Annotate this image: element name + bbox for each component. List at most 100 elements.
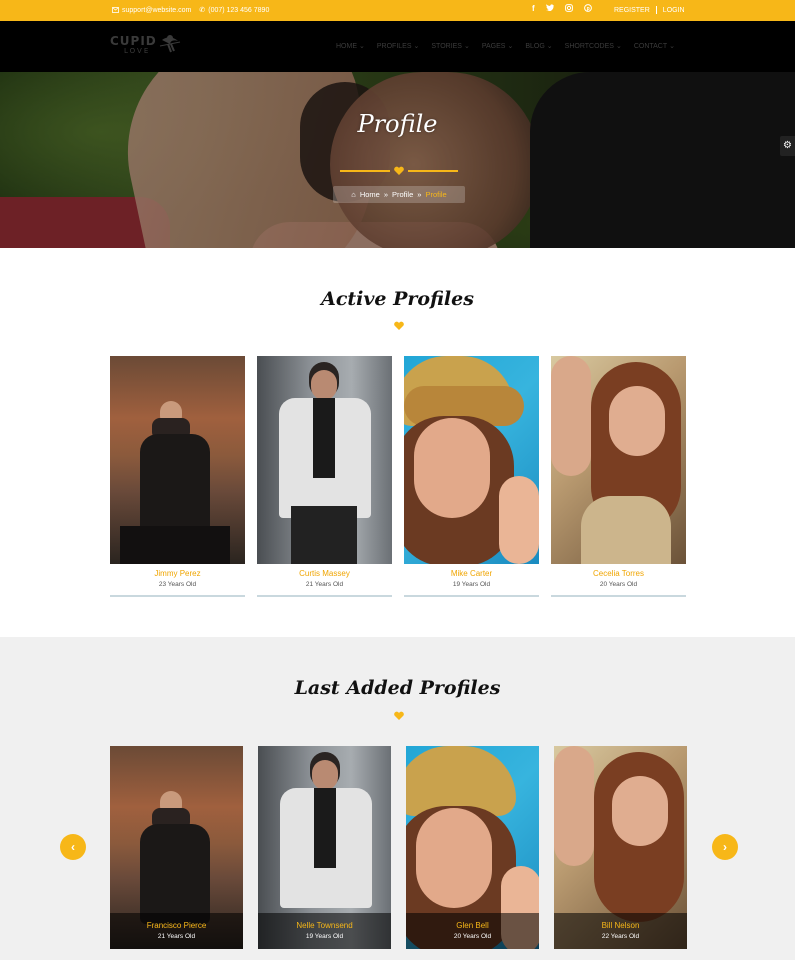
profile-age: 19 Years Old — [305, 933, 344, 940]
chevron-down-icon: ⌄ — [463, 43, 470, 50]
profile-name[interactable]: Glen Bell — [406, 913, 539, 930]
profile-photo[interactable] — [551, 356, 686, 564]
card-caption: Glen Bell 20 Years Old — [406, 913, 539, 949]
heart-divider — [340, 166, 458, 175]
email-text: support@website.com — [122, 6, 192, 14]
profile-age: 20 Years Old — [453, 933, 492, 940]
nav-item-contact[interactable]: CONTACT ⌄ — [633, 42, 676, 51]
contact-info: support@website.com ✆ (007) 123 456 7890 — [112, 6, 269, 14]
card-caption: Francisco Pierce 21 Years Old — [110, 913, 243, 949]
nav-label: BLOG — [525, 42, 545, 50]
nav-menu: HOME ⌄ PROFILES ⌄ STORIES ⌄ PAGES ⌄ BLOG ⌄ SH… — [336, 42, 676, 51]
chevron-right-icon: » — [383, 190, 388, 199]
chevron-down-icon: ⌄ — [507, 43, 514, 50]
phone-item[interactable]: ✆ (007) 123 456 7890 — [199, 6, 270, 15]
email-item[interactable]: support@website.com — [112, 7, 191, 14]
profile-name[interactable]: Jimmy Perez — [110, 569, 245, 578]
auth-links: REGISTER LOGIN — [614, 6, 685, 14]
chevron-down-icon: ⌄ — [413, 43, 420, 50]
carousel-next-button[interactable]: › — [712, 834, 738, 860]
active-profiles-title: Active Profiles — [321, 288, 474, 310]
nav-label: PAGES — [481, 42, 506, 50]
profile-age: 22 Years Old — [601, 933, 640, 940]
profile-card[interactable]: Curtis Massey 21 Years Old — [257, 356, 392, 597]
chevron-right-icon: » — [417, 190, 422, 199]
nav-item-pages[interactable]: PAGES ⌄ — [481, 42, 514, 51]
last-added-title: Last Added Profiles — [294, 677, 501, 699]
breadcrumb-home[interactable]: Home — [360, 190, 380, 199]
heart-divider — [340, 711, 458, 720]
facebook-icon[interactable]: f — [532, 4, 535, 14]
social-links: f p — [532, 4, 592, 14]
card-underline — [551, 595, 686, 597]
profile-age: 20 Years Old — [599, 581, 638, 588]
envelope-icon — [112, 7, 119, 13]
carousel-card[interactable]: Glen Bell 20 Years Old — [406, 746, 539, 949]
nav-item-home[interactable]: HOME ⌄ — [336, 42, 365, 51]
profile-age: 21 Years Old — [305, 581, 344, 588]
card-underline — [257, 595, 392, 597]
carousel-card[interactable]: Francisco Pierce 21 Years Old — [110, 746, 243, 949]
nav-item-shortcodes[interactable]: SHORTCODES ⌄ — [564, 42, 622, 51]
cupid-icon — [159, 35, 181, 53]
carousel-card[interactable]: Nelle Townsend 19 Years Old — [258, 746, 391, 949]
carousel-prev-button[interactable]: ‹ — [60, 834, 86, 860]
card-caption: Nelle Townsend 19 Years Old — [258, 913, 391, 949]
profile-name[interactable]: Cecelia Torres — [551, 569, 686, 578]
carousel-card[interactable]: Bill Nelson 22 Years Old — [554, 746, 687, 949]
profile-photo[interactable] — [110, 356, 245, 564]
chevron-down-icon: ⌄ — [359, 43, 365, 50]
nav-label: SHORTCODES — [564, 42, 614, 50]
card-caption: Bill Nelson 22 Years Old — [554, 913, 687, 949]
breadcrumb-current: Profile — [425, 190, 447, 199]
profile-photo[interactable] — [404, 356, 539, 564]
page-title: Profile — [357, 110, 438, 138]
profile-card[interactable]: Mike Carter 19 Years Old — [404, 356, 539, 597]
svg-text:p: p — [586, 6, 589, 12]
nav-item-stories[interactable]: STORIES ⌄ — [431, 42, 470, 51]
main-navbar: CUPID LOVE HOME ⌄ PROFILES ⌄ STORIES ⌄ PAGE… — [0, 21, 795, 72]
profile-age: 23 Years Old — [158, 581, 197, 588]
gear-icon[interactable]: ⚙ — [780, 136, 795, 156]
home-icon: ⌂ — [351, 190, 356, 199]
profile-name[interactable]: Francisco Pierce — [110, 913, 243, 930]
hero-banner — [0, 72, 795, 248]
chevron-down-icon: ⌄ — [615, 43, 622, 50]
phone-icon: ✆ — [199, 7, 206, 14]
heart-icon — [394, 166, 404, 175]
profile-age: 21 Years Old — [157, 933, 196, 940]
instagram-icon[interactable] — [564, 4, 573, 14]
nav-label: HOME — [336, 42, 357, 50]
nav-item-blog[interactable]: BLOG ⌄ — [525, 42, 553, 51]
profile-name[interactable]: Curtis Massey — [257, 569, 392, 578]
profile-photo[interactable] — [257, 356, 392, 564]
profile-name[interactable]: Nelle Townsend — [258, 913, 391, 930]
logo-name: CUPID — [110, 34, 157, 48]
heart-divider — [340, 321, 458, 330]
profile-card[interactable]: Jimmy Perez 23 Years Old — [110, 356, 245, 597]
divider — [655, 6, 657, 14]
nav-label: CONTACT — [633, 42, 668, 50]
logo-sub: LOVE — [124, 47, 151, 55]
top-bar: support@website.com ✆ (007) 123 456 7890… — [0, 0, 795, 21]
nav-label: PROFILES — [376, 42, 412, 50]
breadcrumb: ⌂ Home » Profile » Profile — [333, 186, 465, 203]
card-underline — [404, 595, 539, 597]
profile-age: 19 Years Old — [452, 581, 491, 588]
profile-name[interactable]: Mike Carter — [404, 569, 539, 578]
profile-card[interactable]: Cecelia Torres 20 Years Old — [551, 356, 686, 597]
site-logo[interactable]: CUPID LOVE — [110, 34, 181, 56]
nav-item-profiles[interactable]: PROFILES ⌄ — [376, 42, 420, 51]
login-link[interactable]: LOGIN — [663, 7, 685, 14]
profile-name[interactable]: Bill Nelson — [554, 913, 687, 930]
chevron-down-icon: ⌄ — [669, 43, 676, 50]
card-underline — [110, 595, 245, 597]
hero-overlay — [0, 72, 795, 248]
twitter-icon[interactable] — [545, 4, 554, 14]
chevron-down-icon: ⌄ — [546, 43, 553, 50]
nav-label: STORIES — [431, 42, 462, 50]
phone-text: (007) 123 456 7890 — [208, 6, 270, 14]
register-link[interactable]: REGISTER — [614, 7, 650, 14]
pinterest-icon[interactable]: p — [583, 4, 592, 14]
breadcrumb-profile[interactable]: Profile — [392, 190, 413, 199]
